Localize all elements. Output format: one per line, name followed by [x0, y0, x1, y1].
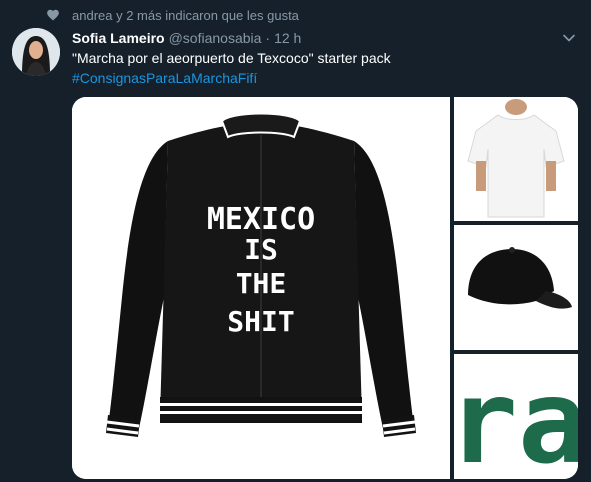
- jacket-text-line-2: IS: [244, 233, 278, 266]
- jacket-text-line-4: SHIT: [227, 305, 294, 338]
- jacket-text-line-3: THE: [236, 267, 287, 300]
- hashtag-link[interactable]: #ConsignasParaLaMarchaFifí: [72, 68, 257, 88]
- user-handle[interactable]: @sofianosabia: [169, 30, 262, 46]
- display-name[interactable]: Sofia Lameiro: [72, 30, 165, 46]
- heart-icon: [47, 9, 59, 21]
- chevron-down-icon[interactable]: [561, 30, 577, 46]
- cap-image[interactable]: [454, 225, 578, 350]
- tweet-header: Sofia Lameiro @sofianosabia · 12 h: [72, 28, 551, 48]
- separator-dot: ·: [265, 30, 271, 46]
- jacket-text-line-1: MEXICO: [207, 202, 315, 237]
- tshirt-image[interactable]: [454, 97, 578, 221]
- social-context-text: andrea y 2 más indicaron que les gusta: [72, 7, 299, 23]
- avatar[interactable]: [12, 28, 60, 76]
- jacket-image[interactable]: MEXICO IS THE SHIT: [72, 97, 450, 479]
- media-grid: MEXICO IS THE SHIT ra: [72, 97, 578, 479]
- social-context: andrea y 2 más indicaron que les gusta: [46, 6, 299, 24]
- logo-image[interactable]: ra: [454, 354, 578, 479]
- tweet-timestamp[interactable]: 12 h: [274, 30, 301, 46]
- logo-text: ra: [454, 355, 578, 479]
- tweet-text: "Marcha por el aeorpuerto de Texcoco" st…: [72, 50, 391, 66]
